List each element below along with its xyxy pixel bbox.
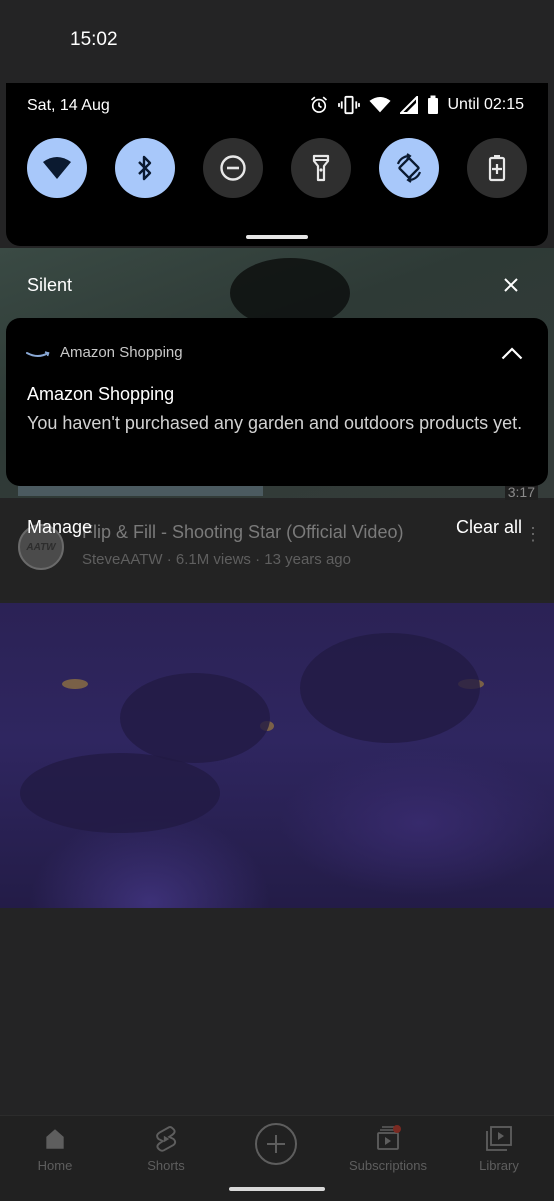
gesture-handle[interactable]: [229, 1187, 325, 1191]
tile-wifi[interactable]: [27, 138, 87, 198]
wifi-icon: [43, 157, 71, 179]
bluetooth-icon: [138, 155, 152, 181]
qs-drag-handle[interactable]: [246, 235, 308, 239]
silent-section-label: Silent: [27, 275, 73, 295]
video-thumbnail-2: [0, 603, 554, 908]
create-button: [255, 1123, 297, 1165]
tile-battery-saver[interactable]: [467, 138, 527, 198]
nav-subscriptions: Subscriptions: [333, 1124, 443, 1173]
video-progress-bar: [18, 486, 263, 496]
battery-saver-icon: [488, 155, 506, 182]
flashlight-icon: [312, 154, 330, 182]
plus-icon: [267, 1135, 285, 1153]
chevron-up-icon: [501, 346, 523, 359]
qs-status-icons: Until 02:15: [309, 95, 525, 115]
tile-auto-rotate[interactable]: [379, 138, 439, 198]
close-icon: [504, 278, 518, 292]
battery-until-text: Until 02:15: [447, 96, 525, 113]
nav-subscriptions-label: Subscriptions: [348, 1158, 428, 1173]
nav-shorts-label: Shorts: [147, 1158, 185, 1173]
more-options-icon: ⋮: [524, 524, 542, 544]
status-time: 15:02: [70, 29, 118, 50]
video-title: Flip & Fill - Shooting Star (Official Vi…: [82, 522, 404, 542]
notification-text: You haven't purchased any garden and out…: [27, 413, 523, 433]
notification-card[interactable]: Amazon Shopping Amazon Shopping You have…: [6, 318, 548, 486]
cell-signal-icon: [399, 96, 418, 114]
dismiss-silent-button[interactable]: [500, 274, 522, 296]
home-icon: [46, 1129, 64, 1149]
nav-home-label: Home: [37, 1158, 73, 1173]
alarm-icon: [310, 96, 327, 113]
library-icon: [486, 1126, 512, 1151]
amazon-smile-icon: [26, 348, 50, 366]
subscriptions-icon: [377, 1125, 401, 1150]
nav-shorts: Shorts: [111, 1124, 221, 1173]
nav-home: Home: [0, 1124, 110, 1173]
notification-app-name: Amazon Shopping: [60, 344, 183, 361]
tile-bluetooth[interactable]: [115, 138, 175, 198]
vibrate-icon: [337, 95, 360, 115]
shorts-icon: [156, 1126, 177, 1152]
do-not-disturb-icon: [220, 155, 246, 181]
tile-flashlight[interactable]: [291, 138, 351, 198]
quick-settings-panel: Sat, 14 Aug Until 02:15: [6, 83, 548, 246]
notification-title: Amazon Shopping: [27, 384, 175, 404]
nav-library: Library: [444, 1124, 554, 1173]
nav-library-label: Library: [479, 1158, 519, 1173]
collapse-notification-button[interactable]: [500, 344, 524, 362]
video-meta: SteveAATW · 6.1M views · 13 years ago: [82, 551, 351, 568]
qs-date[interactable]: Sat, 14 Aug: [27, 97, 110, 115]
battery-icon: [427, 95, 438, 114]
tile-do-not-disturb[interactable]: [203, 138, 263, 198]
auto-rotate-icon: [396, 153, 422, 183]
video-meta-area: [0, 500, 554, 600]
channel-avatar-text: AATW: [26, 541, 56, 553]
silent-section-header: Silent: [0, 262, 554, 308]
wifi-signal-icon: [368, 96, 391, 113]
clear-all-button[interactable]: Clear all: [456, 517, 522, 538]
manage-notifications-button[interactable]: Manage: [27, 517, 92, 538]
